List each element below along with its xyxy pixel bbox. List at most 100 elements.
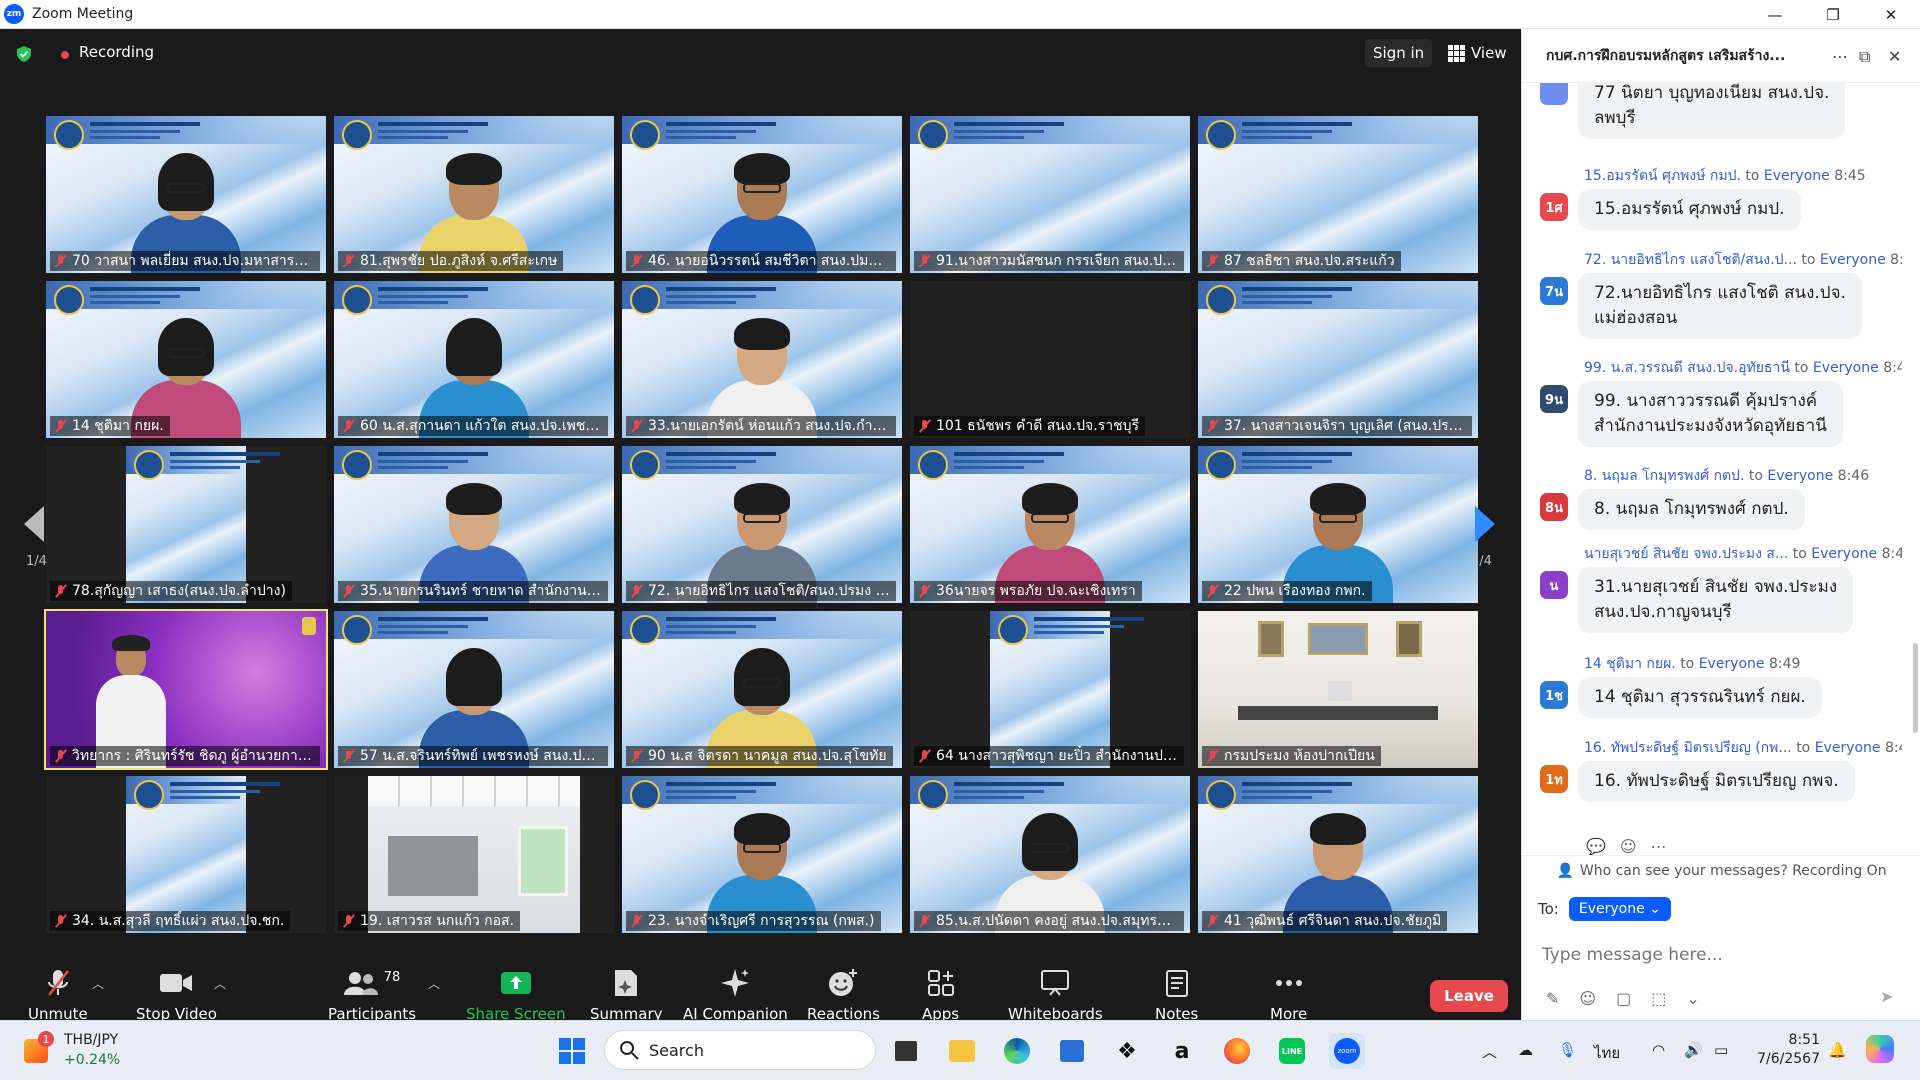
shield-check-icon[interactable] <box>15 45 33 63</box>
message-sender[interactable]: 99. น.ส.วรรณดี สนง.ปจ.อุทัยธานี <box>1584 360 1790 376</box>
send-icon[interactable]: ➤ <box>1880 987 1893 1006</box>
message-sender[interactable]: นายสุเวชย์ สินชัย จพง.ประมง ส... <box>1584 546 1788 562</box>
maximize-button[interactable]: ❐ <box>1804 0 1862 29</box>
participant-tile[interactable]: 90 น.ส จิตรดา นาคมูล สนง.ปจ.สุโขทัย <box>622 611 902 768</box>
battery-icon[interactable]: ▭ <box>1714 1041 1728 1059</box>
avatar[interactable] <box>1540 83 1568 105</box>
participant-tile[interactable]: 87 ชลธิชา สนง.ปจ.สระแก้ว <box>1198 116 1478 273</box>
add-reaction-icon[interactable]: ☺ <box>1620 837 1637 855</box>
message-sender[interactable]: 15.อมรรัตน์ ศุภพงษ์ กมป. <box>1584 168 1741 184</box>
participant-tile[interactable]: 70 วาสนา พลเยี่ยม สนง.ปจ.มหาสารคาม <box>46 116 326 273</box>
chat-message[interactable]: 16. ทัพประดิษฐ์ มิตรเปรียญ (กพ... to Eve… <box>1522 737 1912 803</box>
participant-tile[interactable]: 57 น.ส.จรินทร์ทิพย์ เพชรหงษ์ สนง.ปจ.ปย. <box>334 611 614 768</box>
avatar[interactable]: 1ช <box>1540 681 1568 709</box>
close-window-button[interactable]: ✕ <box>1862 0 1920 29</box>
whiteboards-button[interactable]: Whiteboards <box>1008 967 1103 1023</box>
emoji-icon[interactable]: ☺ <box>1579 989 1596 1008</box>
tray-chevron-icon[interactable]: ︿ <box>1482 1041 1497 1062</box>
participant-tile[interactable]: 78.สุกัญญา เสาธง(สนง.ปจ.ลำปาง) <box>46 446 326 603</box>
participant-tile[interactable]: 91.นางสาวมนัสชนก กรรเจียก สนง.ปจ.... <box>910 116 1190 273</box>
volume-icon[interactable]: 🔊 <box>1684 1041 1703 1059</box>
reply-icon[interactable]: 💬 <box>1586 837 1606 855</box>
chat-message[interactable]: 15.อมรรัตน์ ศุภพงษ์ กมป. to Everyone 8:4… <box>1522 165 1912 231</box>
participant-tile[interactable]: 35.นายกรนรินทร์ ชายหาด สำนักงานปร... <box>334 446 614 603</box>
sign-in-button[interactable]: Sign in <box>1365 39 1433 67</box>
wifi-icon[interactable]: ◠ <box>1652 1041 1665 1059</box>
message-sender[interactable]: 8. นฤมล โกมุทรพงศ์ กตป. <box>1584 468 1744 484</box>
screenshot-icon[interactable]: ⬚ <box>1651 989 1666 1008</box>
line-icon[interactable]: LINE <box>1274 1033 1310 1069</box>
clock[interactable]: 8:51 7/6/2567 <box>1748 1031 1820 1069</box>
chat-message[interactable]: 72. นายอิทธิไกร แสงโชติ/สนง.ป... to Ever… <box>1522 249 1912 339</box>
firefox-icon[interactable] <box>1219 1033 1255 1069</box>
participant-tile[interactable]: 19. เสาวรส นกแก้ว กอส. <box>334 776 614 933</box>
participant-tile[interactable]: 101 ธนัชพร คำดี สนง.ปจ.ราชบุรี <box>910 281 1190 438</box>
message-more-icon[interactable]: ⋯ <box>1651 837 1667 855</box>
reactions-button[interactable]: Reactions <box>807 967 880 1023</box>
avatar[interactable]: 1ศ <box>1540 193 1568 221</box>
start-icon[interactable] <box>554 1033 590 1069</box>
next-page-arrow-icon[interactable] <box>1475 506 1495 542</box>
participant-tile[interactable]: 34. น.ส.สุวลี ฤทธิ์แผ่ว สนง.ปจ.ชก. <box>46 776 326 933</box>
summary-button[interactable]: Summary <box>590 967 663 1023</box>
chat-messages[interactable]: 💬 ☺ ⋯ 77 นิตยา บุญทองเนียม สนง.ปจ. ลพบุร… <box>1522 83 1920 855</box>
avatar[interactable]: 8น <box>1540 493 1568 521</box>
audio-options-chevron-icon[interactable]: ︿ <box>92 975 104 992</box>
message-sender[interactable]: 72. นายอิทธิไกร แสงโชติ/สนง.ป... <box>1584 252 1797 268</box>
message-sender[interactable]: 14 ชุติมา กยผ. <box>1584 656 1676 672</box>
tools-chevron-icon[interactable]: ⌄ <box>1686 989 1699 1008</box>
participant-tile[interactable]: 46. นายอนิวรรตน์ สมชีวิตา สนง.ปมจ.เลย <box>622 116 902 273</box>
weather-widget[interactable]: 1 THB/JPY +0.24% <box>20 1029 140 1073</box>
microphone-icon[interactable]: 🎙 <box>1558 1041 1577 1059</box>
network-off-icon[interactable]: ☁ <box>1518 1041 1533 1059</box>
minimize-button[interactable]: — <box>1746 0 1804 29</box>
chat-more-icon[interactable]: ⋯ <box>1832 47 1848 66</box>
avatar[interactable]: 9น <box>1540 385 1568 413</box>
amazon-icon[interactable]: a <box>1164 1033 1200 1069</box>
previous-page-arrow-icon[interactable] <box>24 506 44 542</box>
edge-icon[interactable] <box>999 1033 1035 1069</box>
unmute-button[interactable]: Unmute <box>28 967 88 1023</box>
file-icon[interactable]: ▢ <box>1616 989 1631 1008</box>
recording-label[interactable]: Recording <box>79 43 154 61</box>
participant-tile[interactable]: 41 วุฒิพนธ์ ศรีจินดา สนง.ปจ.ชัยภูมิ <box>1198 776 1478 933</box>
participant-tile[interactable]: 37. นางสาวเจนจิรา บุญเลิศ (สนง.ปรมง... <box>1198 281 1478 438</box>
file-explorer-icon[interactable] <box>944 1033 980 1069</box>
chat-message[interactable]: 77 นิตยา บุญทองเนียม สนง.ปจ. ลพบุรี <box>1522 83 1912 155</box>
participant-tile[interactable]: 64 นางสาวสุพิชญา ยะปิ๋ว สำนักงานประ... <box>910 611 1190 768</box>
participant-tile[interactable]: 23. นางจำเริญศรี การสุวรรณ (กพส.) <box>622 776 902 933</box>
message-sender[interactable]: 16. ทัพประดิษฐ์ มิตรเปรียญ (กพ... <box>1584 740 1792 756</box>
more-button[interactable]: More <box>1270 967 1307 1023</box>
ai-companion-button[interactable]: AI Companion <box>683 967 788 1023</box>
participant-tile[interactable]: 14 ชุติมา กยผ. <box>46 281 326 438</box>
participant-tile[interactable]: 33.นายเอกรัตน์ ห่อนแก้ว สนง.ปจ.กำแพ... <box>622 281 902 438</box>
stop-video-button[interactable]: Stop Video <box>136 967 217 1023</box>
who-can-see-notice[interactable]: 👤 Who can see your messages? Recording O… <box>1522 855 1920 885</box>
popout-icon[interactable]: ⧉ <box>1859 47 1870 67</box>
language-indicator[interactable]: ไทย <box>1594 1041 1620 1065</box>
chat-message[interactable]: 8. นฤมล โกมุทรพงศ์ กตป. to Everyone 8:46… <box>1522 465 1912 531</box>
taskbar-search[interactable]: Search <box>604 1030 876 1070</box>
avatar[interactable]: น <box>1540 571 1568 599</box>
share-screen-button[interactable]: Share Screen <box>466 967 566 1023</box>
participant-tile[interactable]: 36นายจร พรอภัย ปจ.ฉะเชิงเทรา <box>910 446 1190 603</box>
leave-button[interactable]: Leave <box>1430 980 1508 1012</box>
participant-tile[interactable]: 22 ปพน เรืองทอง กพก. <box>1198 446 1478 603</box>
notes-button[interactable]: Notes <box>1155 967 1198 1023</box>
message-input[interactable] <box>1542 941 1902 969</box>
close-chat-icon[interactable]: ✕ <box>1888 47 1901 66</box>
participant-tile[interactable]: 85.น.ส.ปนัดดา คงอยู่ สนง.ปจ.สมุทรสงค... <box>910 776 1190 933</box>
participant-tile[interactable]: 60 น.ส.สุกานดา แก้วใต สนง.ปจ.เพชรบุรี <box>334 281 614 438</box>
recipient-dropdown[interactable]: Everyone ⌄ <box>1568 897 1671 921</box>
participant-tile[interactable]: 72. นายอิทธิไกร แสงโชติ/สนง.ปรมง จ.... <box>622 446 902 603</box>
participant-tile[interactable]: วิทยากร : ศิรินทร์รัช ชิดภู ผู้อำนวยการ.… <box>44 609 328 770</box>
avatar[interactable]: 7น <box>1540 277 1568 305</box>
view-button[interactable]: View <box>1440 39 1515 67</box>
chat-scrollbar[interactable] <box>1913 643 1918 733</box>
apps-button[interactable]: Apps <box>922 967 959 1023</box>
video-options-chevron-icon[interactable]: ︿ <box>214 975 226 992</box>
task-view-icon[interactable] <box>888 1033 924 1069</box>
participant-tile[interactable]: กรมประมง ห้องปากเปียน <box>1198 611 1478 768</box>
chat-message[interactable]: นายสุเวชย์ สินชัย จพง.ประมง ส... to Ever… <box>1522 543 1912 633</box>
zoom-taskbar-icon[interactable]: zoom <box>1329 1033 1365 1069</box>
